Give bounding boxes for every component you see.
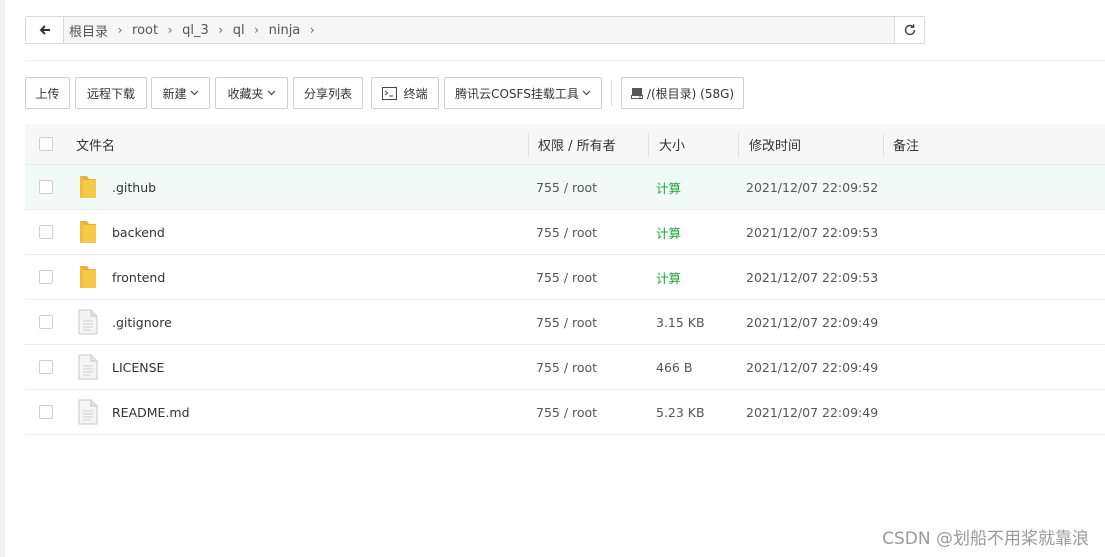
- crumb-root-dir[interactable]: 根目录: [69, 21, 108, 40]
- chevron-right-icon: ›: [167, 23, 173, 37]
- column-divider: [528, 133, 529, 157]
- favorites-dropdown-button[interactable]: 收藏夹: [215, 77, 288, 109]
- file-mtime: 2021/12/07 22:09:49: [746, 314, 879, 330]
- share-list-button[interactable]: 分享列表: [293, 77, 363, 109]
- folder-icon: [78, 165, 98, 209]
- table-row[interactable]: README.md 755 / root 5.23 KB 2021/12/07 22:…: [25, 390, 1105, 435]
- path-bar: 根目录 › root › ql_3 › ql › ninja ›: [25, 16, 925, 44]
- row-checkbox[interactable]: [39, 270, 53, 284]
- column-divider: [738, 133, 739, 157]
- file-name[interactable]: .gitignore: [112, 300, 172, 344]
- table-row[interactable]: .github 755 / root 计算 2021/12/07 22:09:52: [25, 165, 1105, 210]
- crumb-root[interactable]: root: [132, 23, 158, 38]
- new-label: 新建: [162, 86, 187, 101]
- table-row[interactable]: backend 755 / root 计算 2021/12/07 22:09:53: [25, 210, 1105, 255]
- watermark: CSDN @划船不用桨就靠浪: [882, 529, 1089, 549]
- row-checkbox[interactable]: [39, 315, 53, 329]
- arrow-left-icon: [39, 25, 50, 35]
- file-name[interactable]: README.md: [112, 390, 190, 434]
- column-divider: [648, 133, 649, 157]
- refresh-button[interactable]: [894, 17, 924, 43]
- crumb-ninja[interactable]: ninja: [269, 23, 301, 38]
- folder-icon: [78, 255, 98, 299]
- header-note: 备注: [893, 139, 920, 154]
- calculate-size-link[interactable]: 计算: [656, 255, 681, 299]
- back-button[interactable]: [26, 17, 64, 43]
- toolbar-separator: [611, 80, 612, 106]
- file-permission[interactable]: 755 / root: [536, 210, 597, 254]
- upload-button[interactable]: 上传: [25, 77, 70, 109]
- file-permission[interactable]: 755 / root: [536, 390, 597, 434]
- file-mtime: 2021/12/07 22:09:53: [746, 269, 879, 285]
- file-permission[interactable]: 755 / root: [536, 165, 597, 209]
- header-filename[interactable]: 文件名: [76, 124, 115, 165]
- header-size[interactable]: 大小: [659, 124, 685, 165]
- crumb-ql3[interactable]: ql_3: [182, 23, 209, 38]
- table-row[interactable]: LICENSE 755 / root 466 B 2021/12/07 22:09:4…: [25, 345, 1105, 390]
- calculate-size-link[interactable]: 计算: [656, 210, 681, 254]
- file-permission[interactable]: 755 / root: [536, 345, 597, 389]
- chevron-right-icon: ›: [117, 23, 123, 37]
- file-size: 3.15 KB: [656, 314, 705, 330]
- crumb-ql[interactable]: ql: [233, 23, 245, 38]
- remote-download-button[interactable]: 远程下载: [75, 77, 147, 109]
- folder-icon: [78, 210, 98, 254]
- file-mtime: 2021/12/07 22:09:49: [746, 404, 879, 420]
- cosfs-tool-dropdown-button[interactable]: 腾讯云COSFS挂载工具: [444, 77, 602, 109]
- terminal-icon: [382, 86, 398, 100]
- select-all-checkbox[interactable]: [39, 137, 53, 151]
- favorites-label: 收藏夹: [227, 86, 264, 101]
- file-size: 466 B: [656, 359, 693, 375]
- file-icon: [78, 345, 98, 389]
- upload-label: 上传: [35, 86, 60, 101]
- terminal-label: 终端: [403, 86, 428, 101]
- file-permission[interactable]: 755 / root: [536, 255, 597, 299]
- terminal-button[interactable]: 终端: [371, 77, 439, 109]
- column-divider: [883, 133, 884, 157]
- disk-label: /(根目录) (58G): [646, 86, 735, 101]
- chevron-right-icon: ›: [254, 23, 260, 37]
- table-header: 文件名 权限 / 所有者 大小 修改时间 备注: [25, 124, 1105, 165]
- row-checkbox[interactable]: [39, 405, 53, 419]
- file-name[interactable]: LICENSE: [112, 345, 164, 389]
- disk-icon: [630, 88, 643, 99]
- header-mtime[interactable]: 修改时间: [749, 124, 801, 165]
- divider: [25, 60, 1105, 61]
- header-permission[interactable]: 权限 / 所有者: [538, 124, 616, 165]
- file-name[interactable]: .github: [112, 165, 156, 209]
- file-mtime: 2021/12/07 22:09:53: [746, 224, 879, 240]
- refresh-icon: [904, 24, 915, 36]
- new-dropdown-button[interactable]: 新建: [151, 77, 210, 109]
- calculate-size-link[interactable]: 计算: [656, 165, 681, 209]
- chevron-down-icon: [190, 90, 199, 96]
- row-checkbox[interactable]: [39, 225, 53, 239]
- share-list-label: 分享列表: [303, 86, 352, 101]
- chevron-right-icon: ›: [218, 23, 224, 37]
- table-row[interactable]: frontend 755 / root 计算 2021/12/07 22:09:53: [25, 255, 1105, 300]
- file-mtime: 2021/12/07 22:09:52: [746, 179, 879, 195]
- cosfs-tool-label: 腾讯云COSFS挂载工具: [455, 86, 579, 101]
- chevron-down-icon: [267, 90, 276, 96]
- file-size: 5.23 KB: [656, 404, 705, 420]
- table-row[interactable]: .gitignore 755 / root 3.15 KB 2021/12/07 22…: [25, 300, 1105, 345]
- remote-download-label: 远程下载: [86, 86, 135, 101]
- file-icon: [78, 390, 98, 434]
- row-checkbox[interactable]: [39, 180, 53, 194]
- row-checkbox[interactable]: [39, 360, 53, 374]
- file-name[interactable]: backend: [112, 210, 165, 254]
- breadcrumb: 根目录 › root › ql_3 › ql › ninja ›: [69, 17, 324, 43]
- file-permission[interactable]: 755 / root: [536, 300, 597, 344]
- file-mtime: 2021/12/07 22:09:49: [746, 359, 879, 375]
- disk-button[interactable]: /(根目录) (58G): [621, 77, 744, 109]
- file-name[interactable]: frontend: [112, 255, 165, 299]
- left-edge: [0, 0, 5, 557]
- chevron-right-icon: ›: [309, 23, 315, 37]
- file-icon: [78, 300, 98, 344]
- chevron-down-icon: [582, 90, 591, 96]
